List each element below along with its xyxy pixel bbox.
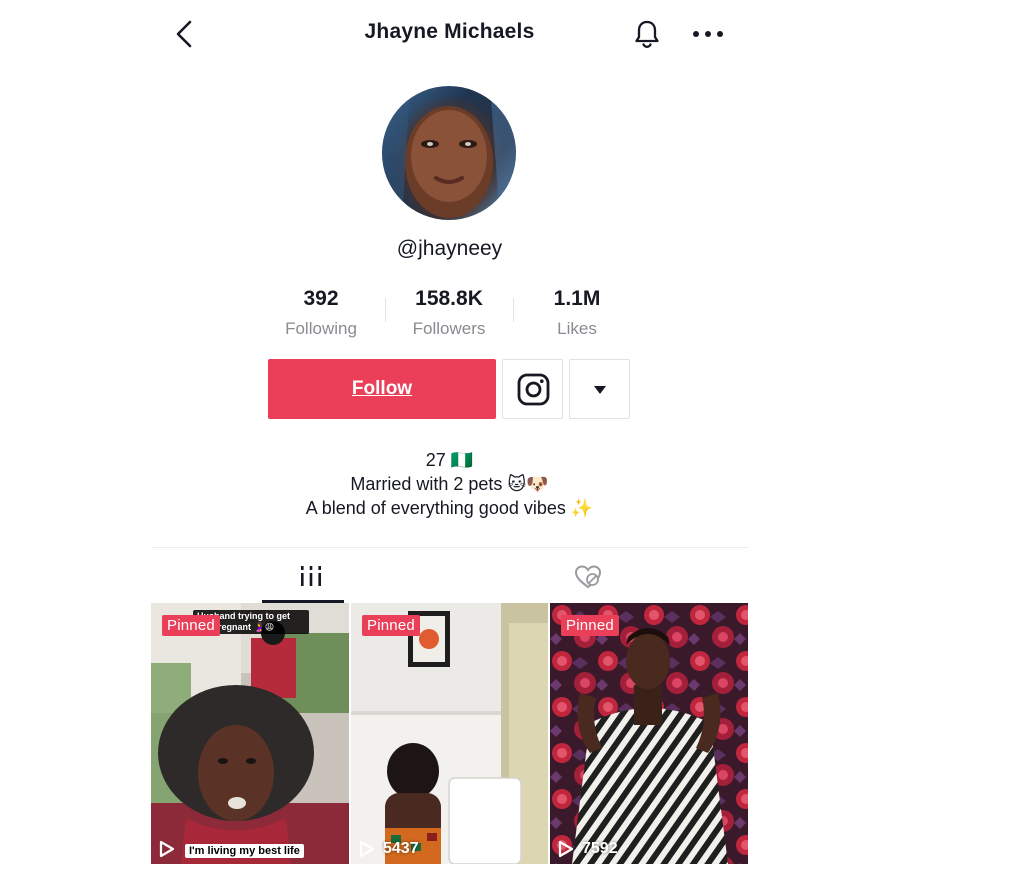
video-thumbnail-image xyxy=(151,603,349,864)
video-thumbnail-image xyxy=(550,603,748,864)
instagram-icon xyxy=(517,373,550,406)
notification-button[interactable] xyxy=(629,16,665,52)
pinned-badge: Pinned xyxy=(561,615,619,636)
video-thumbnail-image xyxy=(351,603,548,864)
profile-screen: Jhayne Michaels @jhayneey 392 Following … xyxy=(151,0,748,871)
stat-following[interactable]: 392 Following xyxy=(266,287,376,339)
video-views: 7592 xyxy=(558,838,618,860)
tabs-divider xyxy=(151,547,748,548)
video-thumbnail[interactable]: Husband trying to get me pregnant 🤰😩 Pin… xyxy=(151,603,349,864)
video-view-count: 5437 xyxy=(383,840,419,857)
grid-bars-icon xyxy=(301,566,321,586)
liked-hidden-icon xyxy=(574,565,602,589)
video-caption: I'm living my best life xyxy=(185,844,304,858)
avatar[interactable] xyxy=(382,86,516,220)
avatar-image xyxy=(382,86,516,220)
bio-line: 27 🇳🇬 xyxy=(425,450,474,470)
bio-line: A blend of everything good vibes ✨ xyxy=(305,498,594,518)
video-thumbnail[interactable]: Pinned 7592 xyxy=(550,603,748,864)
stat-followers-label: Followers xyxy=(412,319,486,338)
stat-followers[interactable]: 158.8K Followers xyxy=(394,287,504,339)
caret-down-icon xyxy=(594,386,606,394)
profile-bio: 27 🇳🇬 Married with 2 pets 🐱🐶 A blend of … xyxy=(151,448,748,520)
more-options-button[interactable] xyxy=(689,22,727,46)
follow-button[interactable]: Follow xyxy=(268,359,496,419)
bio-line: Married with 2 pets 🐱🐶 xyxy=(350,474,549,494)
stat-following-value: 392 xyxy=(303,287,339,310)
stat-divider xyxy=(513,298,514,322)
play-icon xyxy=(359,840,375,858)
tab-videos[interactable] xyxy=(151,555,449,601)
pinned-badge: Pinned xyxy=(162,615,220,636)
stat-likes-label: Likes xyxy=(557,319,597,338)
instagram-button[interactable] xyxy=(502,359,563,419)
stat-likes-value: 1.1M xyxy=(553,287,601,310)
video-views xyxy=(159,838,183,860)
play-icon xyxy=(558,840,574,858)
stat-divider xyxy=(385,298,386,322)
play-icon xyxy=(159,840,175,858)
stat-likes[interactable]: 1.1M Likes xyxy=(522,287,632,339)
stat-followers-value: 158.8K xyxy=(415,287,483,310)
video-thumbnail[interactable]: Pinned 5437 xyxy=(351,603,548,864)
stat-following-label: Following xyxy=(285,319,357,338)
more-horizontal-icon xyxy=(693,31,723,37)
video-view-count: 7592 xyxy=(582,840,618,857)
pinned-badge: Pinned xyxy=(362,615,420,636)
profile-username: @jhayneey xyxy=(396,237,503,260)
tab-liked[interactable] xyxy=(449,555,748,601)
video-views: 5437 xyxy=(359,838,419,860)
bell-icon xyxy=(635,20,659,48)
suggested-accounts-button[interactable] xyxy=(569,359,630,419)
